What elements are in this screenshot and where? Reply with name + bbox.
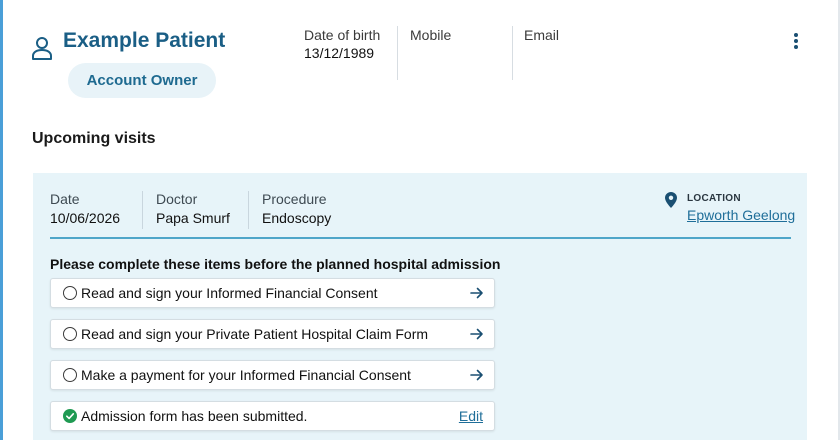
account-owner-badge[interactable]: Account Owner [68, 63, 216, 98]
visit-doctor-label: Doctor [156, 191, 198, 207]
upcoming-visits-title: Upcoming visits [32, 130, 156, 147]
visit-procedure-value: Endoscopy [262, 210, 332, 226]
todo-item-claim-form[interactable]: Read and sign your Private Patient Hospi… [50, 319, 495, 349]
location-label: LOCATION [687, 193, 741, 204]
visit-date-label: Date [50, 191, 80, 207]
todo-item-label: Make a payment for your Informed Financi… [81, 367, 411, 383]
todo-item-payment[interactable]: Make a payment for your Informed Financi… [50, 360, 495, 390]
check-circle-icon [63, 409, 77, 423]
arrow-right-icon[interactable] [470, 286, 484, 300]
kebab-menu-icon[interactable] [793, 33, 799, 49]
visit-procedure: Procedure Endoscopy [262, 191, 331, 226]
email-label: Email [524, 27, 560, 43]
todo-item-admission-form: Admission form has been submitted. Edit [50, 401, 495, 431]
visit-card: Date 10/06/2026 Doctor Papa Smurf Proced… [33, 173, 807, 440]
mobile-field: Mobile [410, 27, 451, 45]
edit-link[interactable]: Edit [459, 408, 483, 424]
location-link[interactable]: Epworth Geelong [687, 207, 795, 223]
visit-doctor-value: Papa Smurf [156, 210, 230, 226]
visit-doctor: Doctor Papa Smurf [156, 191, 230, 226]
divider [142, 191, 143, 229]
radio-unchecked-icon [63, 286, 77, 300]
divider [248, 191, 249, 229]
todo-heading: Please complete these items before the p… [50, 256, 501, 272]
patient-header: Example Patient Account Owner Date of bi… [0, 0, 840, 110]
email-field: Email [524, 27, 559, 45]
visit-date-value: 10/06/2026 [50, 210, 121, 226]
visit-date: Date 10/06/2026 [50, 191, 120, 226]
todo-item-label: Read and sign your Informed Financial Co… [81, 285, 378, 301]
dob-field: Date of birth 13/12/1989 [304, 27, 380, 61]
divider [512, 26, 513, 80]
map-pin-icon [665, 192, 677, 208]
patient-name: Example Patient [63, 29, 226, 52]
arrow-right-icon[interactable] [470, 368, 484, 382]
divider [397, 26, 398, 80]
dob-value: 13/12/1989 [304, 45, 375, 61]
visit-divider [50, 237, 791, 239]
radio-unchecked-icon [63, 368, 77, 382]
visit-procedure-label: Procedure [262, 191, 327, 207]
radio-unchecked-icon [63, 327, 77, 341]
todo-item-label: Admission form has been submitted. [81, 408, 308, 424]
mobile-label: Mobile [410, 27, 452, 43]
arrow-right-icon[interactable] [470, 327, 484, 341]
todo-item-label: Read and sign your Private Patient Hospi… [81, 326, 429, 342]
todo-item-financial-consent[interactable]: Read and sign your Informed Financial Co… [50, 278, 495, 308]
dob-label: Date of birth [304, 27, 381, 43]
user-icon [32, 37, 52, 60]
